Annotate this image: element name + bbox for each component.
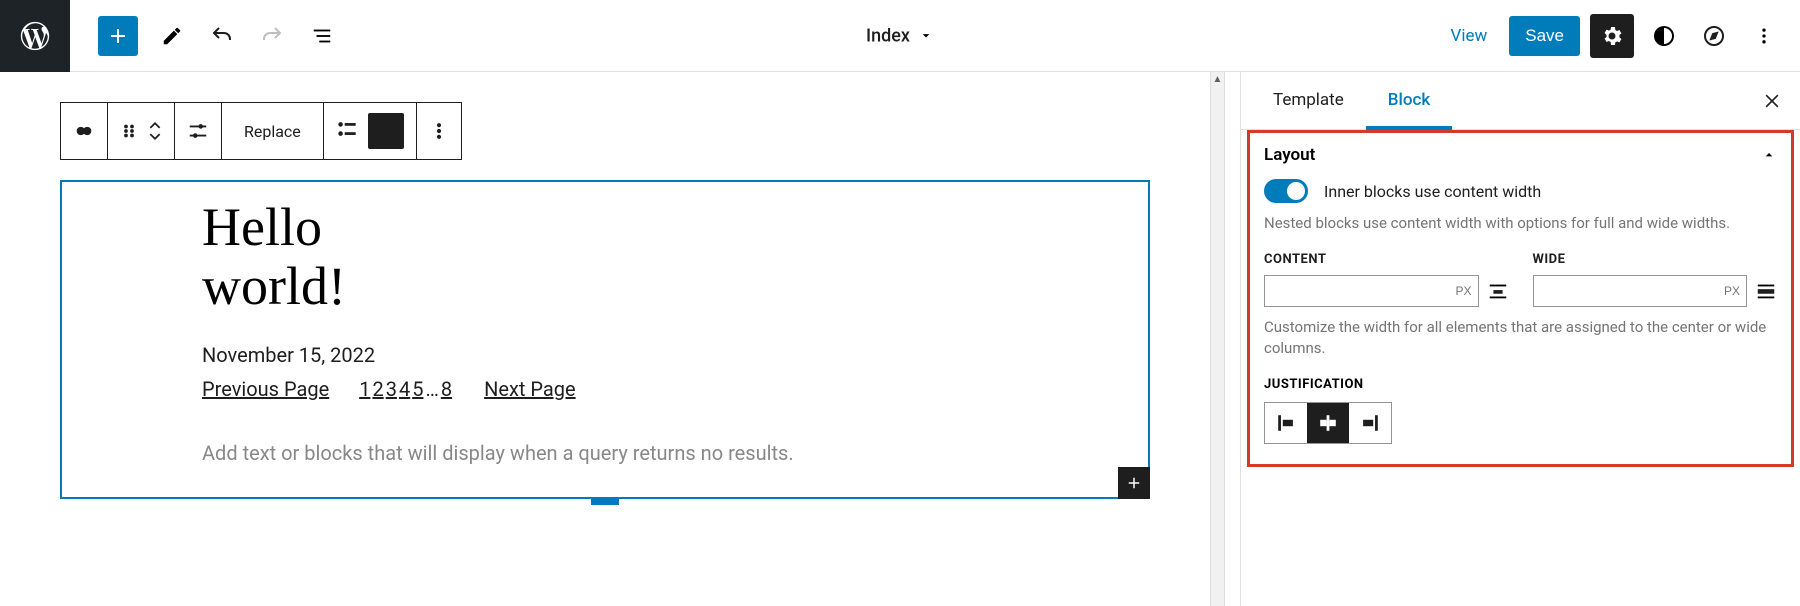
close-icon bbox=[1762, 91, 1782, 111]
top-toolbar: Index View Save bbox=[0, 0, 1800, 72]
kebab-icon bbox=[429, 121, 449, 141]
contrast-icon bbox=[1652, 24, 1676, 48]
pencil-icon bbox=[161, 25, 183, 47]
kebab-icon bbox=[1754, 26, 1774, 46]
infinity-icon bbox=[73, 120, 95, 142]
drag-icon bbox=[120, 122, 138, 140]
scroll-up-arrow[interactable]: ▲ bbox=[1211, 72, 1224, 87]
block-drag-handle[interactable] bbox=[108, 103, 175, 159]
document-title-text: Index bbox=[866, 25, 910, 46]
gear-icon bbox=[1600, 24, 1624, 48]
canvas-scrollbar[interactable]: ▲ bbox=[1210, 72, 1225, 606]
align-wide-icon bbox=[1755, 280, 1777, 302]
workspace: Replace Helloworld! November 15, 2022 bbox=[0, 72, 1800, 606]
chevron-down-icon bbox=[918, 28, 934, 44]
layout-panel: Layout Inner blocks use content width Ne… bbox=[1247, 130, 1794, 467]
wide-align-icon-button[interactable] bbox=[1755, 279, 1777, 303]
display-layout-buttons bbox=[324, 103, 417, 159]
block-resize-handle[interactable] bbox=[591, 497, 619, 505]
list-view-button[interactable] bbox=[306, 20, 338, 52]
post-date[interactable]: November 15, 2022 bbox=[202, 343, 1148, 367]
block-more-options[interactable] bbox=[417, 103, 461, 159]
justify-center-button[interactable] bbox=[1307, 403, 1349, 443]
undo-button[interactable] bbox=[206, 20, 238, 52]
pagination: Previous Page 12345…8 Next Page bbox=[202, 377, 1148, 401]
edit-tool-button[interactable] bbox=[156, 20, 188, 52]
justify-right-button[interactable] bbox=[1349, 403, 1391, 443]
no-results-placeholder[interactable]: Add text or blocks that will display whe… bbox=[202, 441, 1148, 465]
compass-icon bbox=[1702, 24, 1726, 48]
document-title-dropdown[interactable]: Index bbox=[866, 25, 934, 46]
chevron-down-icon bbox=[148, 132, 162, 142]
justification-label: JUSTIFICATION bbox=[1264, 377, 1777, 392]
block-mover[interactable] bbox=[148, 120, 162, 142]
layout-panel-title: Layout bbox=[1264, 145, 1315, 165]
wordpress-icon bbox=[18, 19, 52, 53]
grid-icon bbox=[375, 120, 397, 142]
block-type-button[interactable] bbox=[61, 103, 108, 159]
toggle-knob bbox=[1287, 182, 1305, 200]
justification-buttons bbox=[1264, 402, 1392, 444]
next-page-link[interactable]: Next Page bbox=[484, 377, 576, 401]
redo-icon bbox=[260, 24, 284, 48]
wide-width-input[interactable] bbox=[1533, 275, 1748, 307]
view-link[interactable]: View bbox=[1439, 18, 1500, 54]
prev-page-link[interactable]: Previous Page bbox=[202, 377, 329, 401]
page-numbers[interactable]: 12345…8 bbox=[359, 377, 454, 401]
layout-width-desc: Customize the width for all elements tha… bbox=[1264, 317, 1777, 359]
block-toolbar: Replace bbox=[60, 102, 462, 160]
top-toolbar-right: View Save bbox=[1439, 14, 1800, 58]
block-inserter-button[interactable] bbox=[98, 16, 138, 56]
top-toolbar-left bbox=[70, 16, 338, 56]
styles-button[interactable] bbox=[1644, 16, 1684, 56]
chevron-up-icon bbox=[1761, 147, 1777, 163]
list-view-icon bbox=[311, 25, 333, 47]
settings-button[interactable] bbox=[1590, 14, 1634, 58]
layout-toggle-desc: Nested blocks use content width with opt… bbox=[1264, 213, 1777, 234]
list-icon bbox=[336, 118, 358, 140]
align-center-icon bbox=[1487, 280, 1509, 302]
content-width-toggle[interactable] bbox=[1264, 179, 1308, 203]
chevron-up-icon bbox=[148, 120, 162, 130]
content-align-icon-button[interactable] bbox=[1487, 279, 1509, 303]
wide-width-group: WIDE bbox=[1533, 252, 1778, 307]
wordpress-logo-button[interactable] bbox=[0, 0, 70, 72]
plus-icon bbox=[1125, 474, 1143, 492]
tab-block[interactable]: Block bbox=[1366, 72, 1452, 130]
sidebar-tabs: Template Block bbox=[1241, 72, 1800, 130]
block-appender-button[interactable] bbox=[1118, 467, 1150, 499]
content-width-group: CONTENT bbox=[1264, 252, 1509, 307]
save-button[interactable]: Save bbox=[1509, 16, 1580, 56]
content-width-input[interactable] bbox=[1264, 275, 1479, 307]
navigation-button[interactable] bbox=[1694, 16, 1734, 56]
post-meta: November 15, 2022 Previous Page 12345…8 … bbox=[202, 343, 1148, 465]
replace-button[interactable]: Replace bbox=[222, 103, 324, 159]
justify-right-icon bbox=[1359, 412, 1381, 434]
redo-button[interactable] bbox=[256, 20, 288, 52]
editor-canvas: Replace Helloworld! November 15, 2022 bbox=[0, 72, 1225, 606]
content-width-label: CONTENT bbox=[1264, 252, 1509, 267]
undo-icon bbox=[210, 24, 234, 48]
tab-template[interactable]: Template bbox=[1251, 72, 1366, 130]
query-loop-block[interactable]: Helloworld! November 15, 2022 Previous P… bbox=[60, 180, 1150, 499]
post-title[interactable]: Helloworld! bbox=[202, 198, 1148, 317]
width-inputs: CONTENT WIDE bbox=[1264, 252, 1777, 307]
content-width-toggle-row: Inner blocks use content width bbox=[1264, 179, 1777, 203]
sliders-icon bbox=[187, 120, 209, 142]
settings-sidebar: Template Block Layout Inner blocks use c… bbox=[1240, 72, 1800, 606]
justify-left-button[interactable] bbox=[1265, 403, 1307, 443]
justify-left-icon bbox=[1275, 412, 1297, 434]
content-width-toggle-label: Inner blocks use content width bbox=[1324, 182, 1541, 201]
list-layout-button[interactable] bbox=[336, 118, 358, 144]
justify-center-icon bbox=[1317, 412, 1339, 434]
sidebar-close-button[interactable] bbox=[1754, 83, 1790, 119]
post-title-text: Helloworld! bbox=[202, 198, 1148, 317]
plus-icon bbox=[106, 24, 130, 48]
grid-layout-button[interactable] bbox=[368, 113, 404, 149]
options-menu-button[interactable] bbox=[1744, 16, 1784, 56]
block-settings-button[interactable] bbox=[175, 103, 222, 159]
wide-width-label: WIDE bbox=[1533, 252, 1778, 267]
layout-panel-header[interactable]: Layout bbox=[1264, 145, 1777, 165]
